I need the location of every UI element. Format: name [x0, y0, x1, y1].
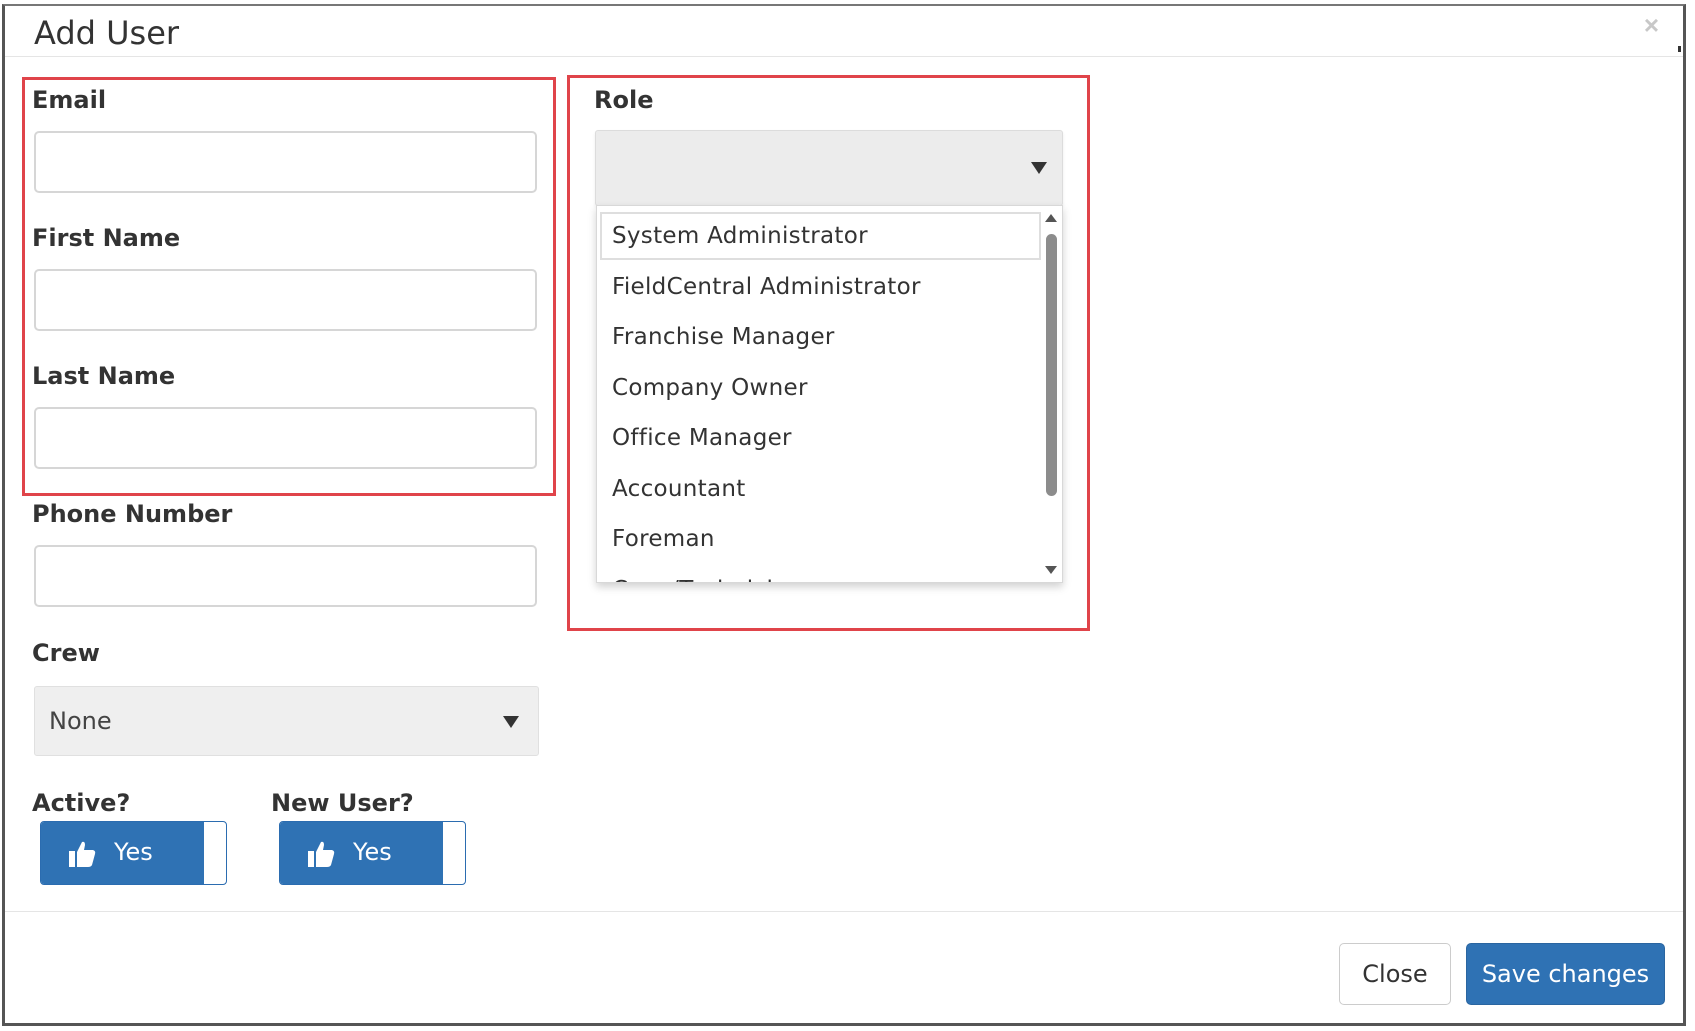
role-select[interactable]: [595, 130, 1063, 206]
email-input[interactable]: [34, 131, 537, 193]
chevron-down-icon: [1031, 162, 1047, 174]
scroll-down-icon[interactable]: [1045, 566, 1057, 574]
role-option[interactable]: Office Manager: [600, 414, 1041, 462]
crew-selected-value: None: [49, 707, 112, 735]
scroll-up-icon[interactable]: [1045, 214, 1057, 222]
scroll-thumb[interactable]: [1046, 234, 1057, 496]
role-option[interactable]: Crew/Technician: [600, 566, 1041, 583]
dropdown-scrollbar[interactable]: [1040, 206, 1062, 582]
modal-header: Add User ×: [5, 6, 1683, 57]
thumbs-up-icon: [308, 841, 335, 867]
modal-title: Add User: [34, 14, 180, 52]
active-toggle-state: Yes: [114, 838, 153, 866]
email-label: Email: [32, 86, 107, 114]
new-user-toggle-on: Yes: [280, 822, 443, 884]
add-user-modal: Add User × Email First Name Last Name Ph…: [2, 4, 1686, 1026]
thumbs-up-icon: [69, 841, 96, 867]
phone-number-input[interactable]: [34, 545, 537, 607]
role-label: Role: [594, 86, 654, 114]
active-toggle-on: Yes: [41, 822, 204, 884]
last-name-input[interactable]: [34, 407, 537, 469]
modal-footer: [5, 911, 1683, 912]
role-option[interactable]: FieldCentral Administrator: [600, 263, 1041, 311]
close-button[interactable]: Close: [1339, 943, 1451, 1005]
crew-select[interactable]: None: [34, 686, 539, 756]
new-user-toggle[interactable]: Yes: [279, 821, 466, 885]
role-option[interactable]: Franchise Manager: [600, 313, 1041, 361]
new-user-label: New User?: [271, 789, 414, 817]
edge-mark: [1678, 46, 1681, 52]
active-label: Active?: [32, 789, 131, 817]
role-option[interactable]: System Administrator: [600, 212, 1041, 260]
role-option[interactable]: Accountant: [600, 465, 1041, 513]
new-user-toggle-state: Yes: [353, 838, 392, 866]
last-name-label: Last Name: [32, 362, 176, 390]
chevron-down-icon: [503, 716, 519, 728]
first-name-label: First Name: [32, 224, 181, 252]
first-name-input[interactable]: [34, 269, 537, 331]
save-changes-button[interactable]: Save changes: [1466, 943, 1665, 1005]
active-toggle[interactable]: Yes: [40, 821, 227, 885]
role-option[interactable]: Foreman: [600, 515, 1041, 563]
role-dropdown-list: System Administrator FieldCentral Adminis…: [596, 205, 1063, 583]
close-icon[interactable]: ×: [1644, 12, 1659, 38]
crew-label: Crew: [32, 639, 100, 667]
role-option[interactable]: Company Owner: [600, 364, 1041, 412]
phone-number-label: Phone Number: [32, 500, 233, 528]
